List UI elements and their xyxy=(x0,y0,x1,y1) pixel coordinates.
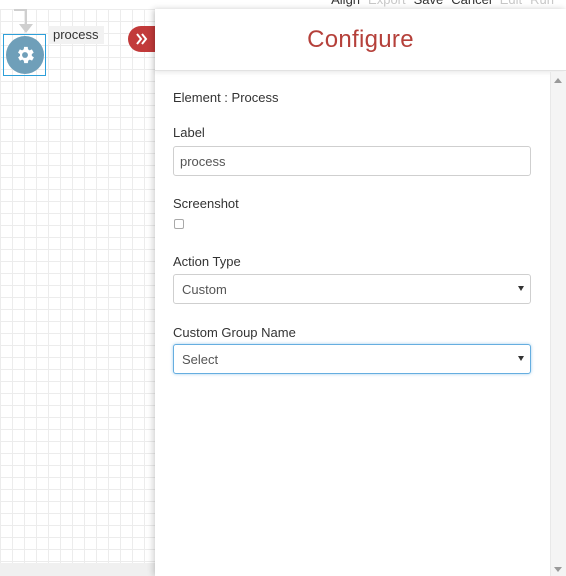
connector-arrow-icon xyxy=(19,24,33,33)
custom-group-name-select[interactable]: Select xyxy=(173,344,531,374)
scroll-up-arrow-icon[interactable] xyxy=(554,78,562,83)
cancel-button[interactable]: Cancel xyxy=(451,0,491,9)
caret-down-icon xyxy=(518,356,524,361)
workflow-canvas[interactable] xyxy=(0,9,155,576)
label-input[interactable] xyxy=(173,146,531,176)
action-type-select[interactable]: Custom xyxy=(173,274,531,304)
process-node[interactable] xyxy=(3,34,46,76)
panel-header: Configure xyxy=(155,9,566,71)
edit-button[interactable]: Edit xyxy=(500,0,522,9)
action-type-value: Custom xyxy=(182,281,227,297)
scroll-down-arrow-icon[interactable] xyxy=(554,567,562,572)
top-toolbar: Align Export Save Cancel Edit Run xyxy=(331,0,554,9)
gear-icon xyxy=(18,46,34,64)
panel-scrollbar[interactable] xyxy=(550,72,566,576)
custom-group-name-value: Select xyxy=(182,351,219,367)
panel-title: Configure xyxy=(307,25,414,53)
screenshot-field-label: Screenshot xyxy=(173,196,239,211)
collapse-panel-button[interactable] xyxy=(128,26,156,52)
custom-group-name-label: Custom Group Name xyxy=(173,325,296,340)
caret-down-icon xyxy=(518,286,524,291)
align-button[interactable]: Align xyxy=(331,0,360,9)
save-button[interactable]: Save xyxy=(414,0,444,9)
process-node-label: process xyxy=(48,26,104,44)
action-type-label: Action Type xyxy=(173,254,241,269)
canvas-horizontal-scrollbar[interactable] xyxy=(0,563,155,576)
process-node-circle[interactable] xyxy=(6,36,44,74)
run-button[interactable]: Run xyxy=(530,0,554,9)
configure-panel: Configure Element : Process Label Screen… xyxy=(155,9,566,576)
export-button[interactable]: Export xyxy=(368,0,406,9)
screenshot-checkbox[interactable] xyxy=(174,219,184,229)
label-field-label: Label xyxy=(173,125,205,140)
panel-body: Element : Process Label Screenshot Actio… xyxy=(155,72,550,576)
element-type-text: Element : Process xyxy=(173,90,279,105)
double-chevron-right-icon xyxy=(136,33,148,45)
